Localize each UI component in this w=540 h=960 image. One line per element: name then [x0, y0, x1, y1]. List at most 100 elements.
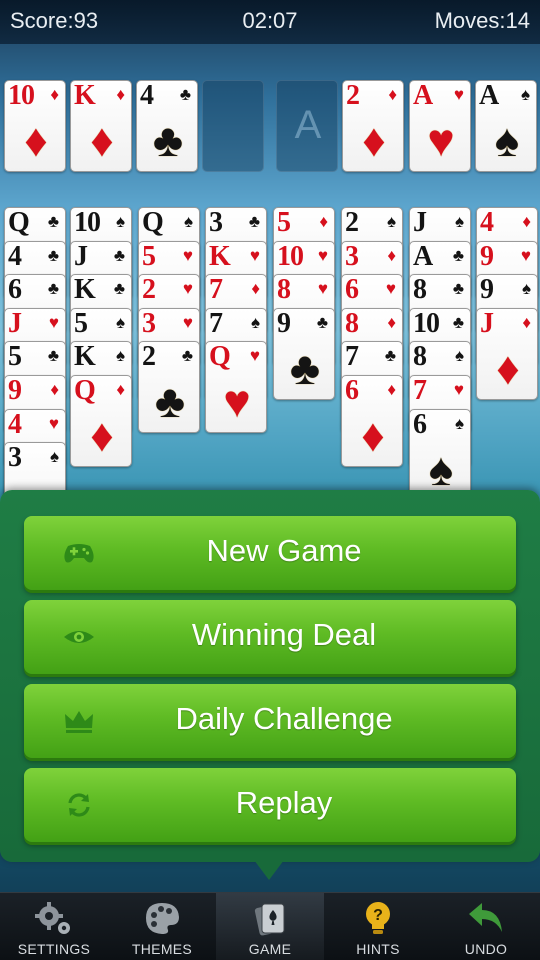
card-suit-icon: ♥ — [520, 245, 531, 265]
card-rank: 8 — [277, 274, 291, 306]
card-center-suit-icon: ♥ — [427, 114, 455, 166]
game-menu: New Game Winning Deal Daily Challenge Re… — [0, 490, 540, 862]
card-suit-icon: ♥ — [453, 85, 464, 104]
tableau-card[interactable]: 6 ♠ ♠ — [409, 408, 471, 501]
card-suit-icon: ♦ — [388, 85, 397, 104]
card-suit-icon: ♠ — [115, 346, 125, 366]
gears-icon — [35, 902, 70, 934]
card-rank: 10 — [277, 240, 304, 272]
card-rank: K — [74, 274, 96, 306]
card-suit-icon: ♥ — [182, 279, 193, 299]
card-suit-icon: ♠ — [115, 312, 125, 332]
cards-icon — [254, 903, 285, 936]
card-rank: 9 — [480, 240, 494, 272]
card-rank: 3 — [345, 240, 359, 272]
card-suit-icon: ♦ — [522, 312, 531, 332]
card-rank: J — [8, 307, 22, 339]
card-suit-icon: ♦ — [522, 212, 531, 231]
undo-button[interactable]: UNDO — [432, 893, 540, 960]
card-rank: 5 — [74, 307, 88, 339]
card-rank: 4 — [8, 408, 22, 440]
themes-label: THEMES — [131, 941, 193, 957]
card-suit-icon: ♠ — [183, 212, 193, 231]
empty-card-slot[interactable] — [202, 80, 264, 172]
replay-button[interactable]: Replay — [24, 768, 516, 842]
game-label: GAME — [248, 941, 292, 957]
winning-deal-label: Winning Deal — [191, 617, 377, 652]
card-rank: 2 — [142, 274, 156, 306]
card-suit-icon: ♠ — [49, 447, 59, 467]
card-suit-icon: ♥ — [317, 245, 328, 265]
empty-card-slot[interactable]: A — [276, 80, 338, 172]
settings-label: SETTINGS — [17, 941, 91, 957]
card-suit-icon: ♣ — [452, 312, 464, 332]
card-rank: 8 — [413, 274, 427, 306]
winning-deal-button[interactable]: Winning Deal — [24, 600, 516, 674]
tableau-card[interactable]: J ♦ ♦ — [476, 307, 538, 400]
card-center-suit-icon: ♦ — [362, 114, 386, 166]
card-rank: 4 — [480, 207, 494, 238]
card-rank: 6 — [413, 408, 427, 440]
card-suit-icon: ♦ — [387, 312, 396, 332]
card-rank: 10 — [74, 207, 101, 238]
card-rank: 8 — [413, 341, 427, 373]
foundation-card[interactable]: 2 ♦ ♦ — [342, 80, 404, 172]
undo-label: UNDO — [464, 941, 508, 957]
card-suit-icon: ♣ — [47, 212, 59, 231]
moves-text: Moves:14 — [434, 8, 530, 33]
foundation-card[interactable]: A ♥ ♥ — [409, 80, 471, 172]
card-rank: 6 — [345, 274, 359, 306]
card-suit-icon: ♠ — [520, 85, 530, 104]
card-rank: A — [479, 80, 499, 111]
new-game-button[interactable]: New Game — [24, 516, 516, 590]
tableau-card[interactable]: Q ♥ ♥ — [205, 341, 267, 434]
foundation-card[interactable]: 10 ♦ ♦ — [4, 80, 66, 172]
daily-challenge-label: Daily Challenge — [175, 701, 393, 736]
replay-label: Replay — [235, 785, 333, 820]
card-suit-icon: ♣ — [181, 346, 193, 366]
card-rank: 9 — [277, 307, 291, 339]
card-suit-icon: ♣ — [113, 279, 125, 299]
card-center-suit-icon: ♦ — [90, 114, 114, 166]
tableau-card[interactable]: Q ♦ ♦ — [70, 375, 132, 467]
card-rank: 8 — [345, 307, 359, 339]
card-rank: K — [74, 80, 96, 111]
foundation-card[interactable]: K ♦ ♦ — [70, 80, 132, 172]
card-suit-icon: ♠ — [454, 413, 464, 433]
lightbulb-icon: ? — [366, 902, 390, 934]
card-rank: 3 — [8, 442, 22, 474]
card-rank: 7 — [345, 341, 359, 373]
card-suit-icon: ♦ — [387, 380, 396, 399]
card-suit-icon: ♦ — [116, 85, 125, 104]
card-suit-icon: ♠ — [454, 212, 464, 231]
card-rank: Q — [74, 375, 96, 406]
hints-button[interactable]: ? HINTS — [324, 893, 432, 960]
tableau-card[interactable]: 6 ♦ ♦ — [341, 375, 403, 467]
card-rank: 5 — [142, 240, 156, 272]
card-suit-icon: ♣ — [452, 245, 464, 265]
card-suit-icon: ♠ — [454, 346, 464, 366]
menu-pointer — [254, 860, 284, 880]
tableau-card[interactable]: 2 ♣ ♣ — [138, 341, 200, 434]
card-rank: 7 — [209, 274, 223, 306]
foundation-card[interactable]: 4 ♣ ♣ — [136, 80, 198, 172]
card-center-suit-icon: ♦ — [24, 114, 48, 166]
card-rank: J — [413, 207, 427, 238]
game-button[interactable]: GAME — [216, 893, 324, 960]
card-suit-icon: ♦ — [50, 380, 59, 399]
card-rank: 10 — [413, 307, 440, 339]
themes-button[interactable]: THEMES — [108, 893, 216, 960]
tableau-card[interactable]: 9 ♣ ♣ — [273, 307, 335, 400]
daily-challenge-button[interactable]: Daily Challenge — [24, 684, 516, 758]
card-rank: Q — [209, 341, 231, 373]
card-suit-icon: ♣ — [47, 279, 59, 299]
card-rank: K — [74, 341, 96, 373]
bottom-toolbar: SETTINGS THEMES GAME ? HINTS UNDO — [0, 892, 540, 960]
card-suit-icon: ♠ — [521, 279, 531, 299]
card-suit-icon: ♥ — [48, 312, 59, 332]
settings-button[interactable]: SETTINGS — [0, 893, 108, 960]
foundation-card[interactable]: A ♠ ♠ — [475, 80, 537, 172]
card-suit-icon: ♣ — [248, 212, 260, 231]
card-suit-icon: ♥ — [182, 312, 193, 332]
card-rank: 2 — [345, 207, 359, 238]
